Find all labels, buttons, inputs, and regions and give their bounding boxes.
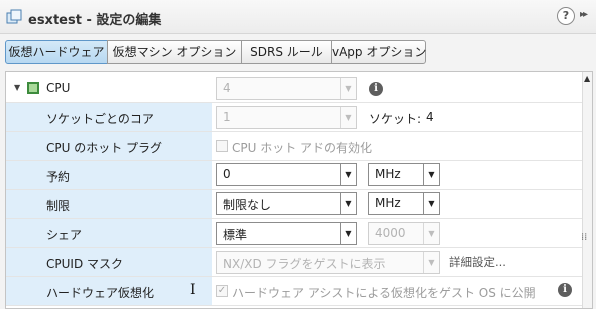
vm-icon xyxy=(6,9,22,24)
reservation-unit-select[interactable]: MHz ▼ xyxy=(368,163,440,186)
hardware-virtualization-checkbox[interactable]: ✓ xyxy=(216,285,228,297)
reservation-label: 予約 xyxy=(46,170,71,184)
cpuid-label-cell: CPUID マスク xyxy=(6,248,212,276)
dropdown-arrow-icon[interactable]: ▼ xyxy=(423,193,439,214)
dropdown-arrow-icon[interactable]: ▼ xyxy=(340,193,356,214)
cpu-hot-add-checkbox[interactable] xyxy=(216,140,228,152)
limit-unit-select[interactable]: MHz ▼ xyxy=(368,192,440,215)
dropdown-arrow-icon[interactable]: ▼ xyxy=(340,78,356,99)
hardware-virtualization-checkbox-label: ハードウェア アシストによる仮想化をゲスト OS に公開 xyxy=(232,286,536,300)
cores-per-socket-select[interactable]: 1 ▼ xyxy=(216,106,357,129)
reservation-label-cell: 予約 xyxy=(6,161,212,189)
cpu-label-cell: ▼ CPU xyxy=(6,74,212,102)
hotplug-label-cell: CPU のホット プラグ xyxy=(6,132,212,160)
tab-virtual-hardware[interactable]: 仮想ハードウェア xyxy=(5,40,108,64)
tab-sdrs-rules[interactable]: SDRS ルール xyxy=(241,40,332,64)
reservation-value: 0 xyxy=(223,167,231,181)
shares-level-select[interactable]: 標準 ▼ xyxy=(216,222,357,245)
hardware-virtualization-label: ハードウェア仮想化 xyxy=(46,286,155,300)
cpuid-mask-row: CPUID マスク NX/XD フラグをゲストに表示 ▼ 詳細設定... xyxy=(6,248,582,277)
info-icon[interactable]: i xyxy=(369,82,383,96)
reservation-row: 予約 0 ▼ MHz ▼ xyxy=(6,161,582,190)
expand-more-icon[interactable]: ▸▸ xyxy=(580,9,588,20)
help-icon[interactable]: ? xyxy=(557,7,575,25)
limit-value: 制限なし xyxy=(223,198,272,212)
text-cursor-icon: I xyxy=(190,282,196,298)
limit-unit: MHz xyxy=(375,196,401,210)
hwvirt-label-cell: ハードウェア仮想化 xyxy=(6,277,212,305)
cpu-icon xyxy=(27,82,39,94)
cpu-hotplug-row: CPU のホット プラグ CPU ホット アドの有効化 xyxy=(6,132,582,161)
cores-per-socket-value: 1 xyxy=(223,110,231,124)
shares-row: シェア 標準 ▼ 4000 ▼ xyxy=(6,219,582,248)
dropdown-arrow-icon[interactable]: ▼ xyxy=(423,252,439,273)
sockets-label: ソケット: xyxy=(369,112,422,126)
limit-label: 制限 xyxy=(46,199,71,213)
dropdown-arrow-icon[interactable]: ▼ xyxy=(340,107,356,128)
cpu-count-value: 4 xyxy=(223,81,231,95)
dialog-title: esxtest - 設定の編集 xyxy=(28,13,162,28)
dropdown-arrow-icon[interactable]: ▼ xyxy=(423,223,439,244)
sockets-value: 4 xyxy=(426,110,434,124)
dropdown-arrow-icon[interactable]: ▼ xyxy=(340,223,356,244)
scroll-up-arrow-icon[interactable]: ▲ xyxy=(584,74,590,83)
cores-per-socket-label: ソケットごとのコア xyxy=(46,112,154,126)
tab-vm-options[interactable]: 仮想マシン オプション xyxy=(107,40,242,64)
cpu-count-select[interactable]: 4 ▼ xyxy=(216,77,357,100)
cpu-label: CPU xyxy=(46,81,71,95)
cpu-row: ▼ CPU 4 ▼ i xyxy=(6,74,582,103)
limit-input[interactable]: 制限なし ▼ xyxy=(216,192,357,215)
shares-level-value: 標準 xyxy=(223,228,248,242)
dropdown-arrow-icon[interactable]: ▼ xyxy=(340,164,356,185)
shares-label-cell: シェア xyxy=(6,219,212,247)
vertical-scrollbar[interactable]: ▲ xyxy=(582,72,592,308)
hardware-settings-panel: ▼ CPU 4 ▼ i ソケットごとのコア 1 ▼ ソケット: 4 CPU のホ… xyxy=(5,71,593,309)
cores-per-socket-row: ソケットごとのコア 1 ▼ ソケット: 4 xyxy=(6,103,582,132)
hardware-virtualization-row: ハードウェア仮想化 I ✓ ハードウェア アシストによる仮想化をゲスト OS に… xyxy=(6,277,582,306)
shares-amount-input[interactable]: 4000 ▼ xyxy=(368,222,440,245)
cores-label-cell: ソケットごとのコア xyxy=(6,103,212,131)
cpuid-mask-value: NX/XD フラグをゲストに表示 xyxy=(223,257,386,271)
reservation-input[interactable]: 0 ▼ xyxy=(216,163,357,186)
shares-amount-value: 4000 xyxy=(375,226,406,240)
resize-grip-icon[interactable]: ⁞⁞ xyxy=(581,232,587,243)
cpu-hotplug-label: CPU のホット プラグ xyxy=(46,141,163,155)
cpuid-advanced-link[interactable]: 詳細設定... xyxy=(449,254,506,270)
info-icon[interactable]: i xyxy=(558,283,572,297)
shares-label: シェア xyxy=(46,228,83,242)
limit-label-cell: 制限 xyxy=(6,190,212,218)
cpuid-mask-select[interactable]: NX/XD フラグをゲストに表示 ▼ xyxy=(216,251,440,274)
cpu-hot-add-label: CPU ホット アドの有効化 xyxy=(232,141,373,155)
cpuid-mask-label: CPUID マスク xyxy=(46,257,123,271)
reservation-unit: MHz xyxy=(375,167,401,181)
tab-vapp-options[interactable]: vApp オプション xyxy=(331,40,426,64)
dialog-title-bar: esxtest - 設定の編集 ? ▸▸ xyxy=(0,0,596,34)
dropdown-arrow-icon[interactable]: ▼ xyxy=(423,164,439,185)
collapse-arrow-icon[interactable]: ▼ xyxy=(14,83,20,92)
limit-row: 制限 制限なし ▼ MHz ▼ xyxy=(6,190,582,219)
